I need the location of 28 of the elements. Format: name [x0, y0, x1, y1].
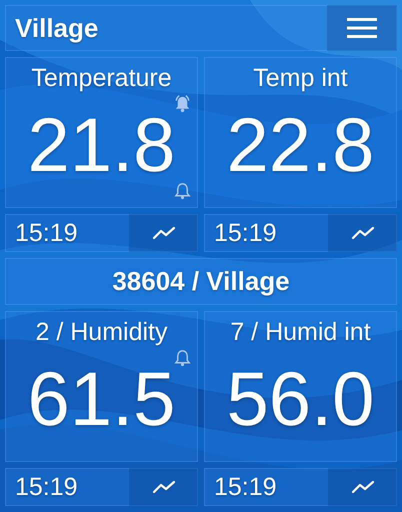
menu-icon: [346, 17, 378, 39]
sensor-label: 2 / Humidity: [36, 317, 168, 348]
trend-icon: [350, 479, 376, 495]
menu-button[interactable]: [327, 5, 397, 51]
sensor-value: 56.0: [226, 356, 374, 444]
sensor-tile[interactable]: 2 / Humidity 61.5: [5, 311, 198, 462]
update-time: 15:19: [15, 472, 78, 502]
chart-button[interactable]: [129, 468, 198, 506]
trend-icon: [150, 479, 176, 495]
trend-icon: [150, 225, 176, 241]
sensor-label: Temp int: [253, 63, 348, 94]
header-title: Village: [15, 12, 98, 44]
sensor-tile[interactable]: Temp int 22.8: [204, 57, 397, 208]
sensor-label: 7 / Humid int: [230, 317, 371, 348]
sensor-value: 22.8: [226, 102, 374, 190]
sensor-tile[interactable]: 7 / Humid int 56.0: [204, 311, 397, 462]
sensor-value: 61.5: [28, 356, 176, 444]
chart-button[interactable]: [328, 468, 397, 506]
trend-icon: [350, 225, 376, 241]
sensor-tile[interactable]: Temperature 21.8: [5, 57, 198, 208]
chart-button[interactable]: [328, 214, 397, 252]
sensor-label: Temperature: [31, 63, 172, 94]
update-time: 15:19: [15, 218, 78, 248]
section-title: 38604 / Village: [112, 266, 290, 297]
update-time: 15:19: [214, 218, 277, 248]
update-time: 15:19: [214, 472, 277, 502]
chart-button[interactable]: [129, 214, 198, 252]
sensor-value: 21.8: [28, 102, 176, 190]
